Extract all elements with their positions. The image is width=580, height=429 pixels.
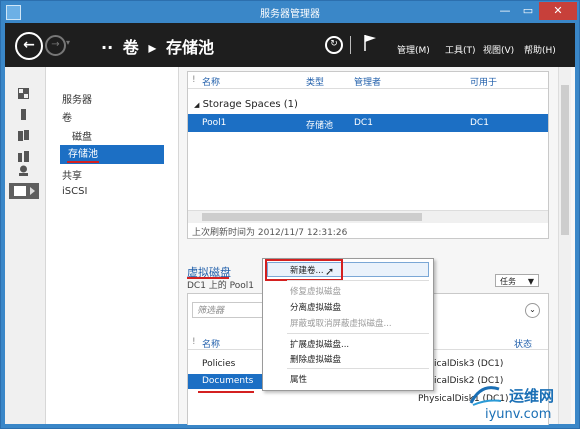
mouse-cursor-icon: ➚ [325, 265, 335, 278]
file-storage-services-icon[interactable] [9, 183, 39, 199]
left-icon-bar [5, 67, 46, 424]
tree-item-volumes[interactable]: 卷 [62, 109, 72, 124]
column-managed-by[interactable]: 管理者 [354, 75, 381, 88]
title-bar[interactable]: 服务器管理器 — ▭ ✕ [1, 1, 579, 23]
storage-pools-panel: ! 名称 类型 管理者 可用于 ◢ Storage Spaces (1) Poo… [187, 71, 549, 239]
tasks-dropdown[interactable]: 任务 ▼ [495, 274, 539, 287]
collapse-icon[interactable]: ◢ [194, 101, 199, 109]
scroll-thumb[interactable] [202, 213, 422, 221]
vertical-scrollbar[interactable] [558, 67, 571, 424]
server-manager-window: 服务器管理器 — ▭ ✕ ← → ▾ ·· 卷 ▸ 存储池 ↻ 管理(M) 工具… [0, 0, 580, 429]
pools-column-header: ! 名称 类型 管理者 可用于 [188, 72, 548, 89]
forward-arrow-icon[interactable]: → [45, 35, 66, 56]
watermark: 运维网 iyunv.com [461, 381, 579, 427]
navigation-bar: ← → ▾ ·· 卷 ▸ 存储池 ↻ 管理(M) 工具(T) 视图(V) 帮助(… [5, 23, 575, 67]
column-type[interactable]: 类型 [306, 75, 324, 88]
annotation-underline-documents [198, 391, 254, 393]
vertical-scroll-thumb[interactable] [561, 85, 569, 235]
breadcrumb-prefix: ·· [101, 38, 114, 57]
table-row-documents[interactable]: Documents [188, 374, 264, 389]
tree-item-servers[interactable]: 服务器 [62, 91, 92, 106]
tree-item-disks[interactable]: 磁盘 [72, 128, 92, 143]
refresh-icon[interactable]: ↻ [325, 36, 343, 54]
tree-item-iscsi[interactable]: iSCSI [62, 186, 87, 197]
virtual-disks-subtitle: DC1 上的 Pool1 [187, 281, 255, 291]
back-arrow-icon[interactable]: ← [15, 32, 43, 60]
dashboard-icon[interactable] [18, 88, 29, 99]
column-name[interactable]: 名称 [202, 75, 220, 88]
column-name-vd[interactable]: 名称 [202, 337, 220, 350]
menu-separator [287, 280, 429, 281]
breadcrumb-storage-pools[interactable]: 存储池 [166, 38, 214, 57]
menu-help[interactable]: 帮助(H) [524, 43, 556, 56]
expand-panel-icon[interactable]: ⌄ [525, 303, 540, 318]
local-server-icon[interactable] [18, 109, 29, 120]
dns-icon[interactable] [18, 165, 29, 176]
close-button[interactable]: ✕ [539, 2, 577, 20]
menu-item-delete-virtual-disk[interactable]: 删除虚拟磁盘 [290, 353, 341, 365]
tree-item-shares[interactable]: 共享 [62, 167, 82, 182]
annotation-underline-storage-pools [67, 161, 99, 163]
chevron-down-icon: ▼ [527, 277, 534, 286]
sort-indicator: ! [192, 75, 196, 85]
breadcrumb-separator: ▸ [148, 38, 157, 57]
all-servers-icon[interactable] [18, 130, 29, 141]
menu-separator-3 [287, 368, 429, 369]
table-row-pool1[interactable]: Pool1 存储池 DC1 DC1 [188, 114, 548, 132]
menu-item-extend-virtual-disk[interactable]: 扩展虚拟磁盘... [290, 338, 349, 350]
menu-item-properties[interactable]: 属性 [290, 373, 307, 385]
watermark-logo-icon [469, 386, 502, 406]
sort-indicator-2: ! [192, 337, 196, 347]
context-menu: 新建卷... ➚ 修复虚拟磁盘 分离虚拟磁盘 屏蔽或取消屏蔽虚拟磁盘... 扩展… [262, 258, 434, 391]
menu-item-mask-virtual-disk: 屏蔽或取消屏蔽虚拟磁盘... [290, 319, 392, 329]
column-available-to[interactable]: 可用于 [470, 75, 497, 88]
menu-tools[interactable]: 工具(T) [445, 43, 476, 56]
group-header[interactable]: ◢ Storage Spaces (1) [194, 99, 298, 110]
column-status[interactable]: 状态 [514, 337, 532, 350]
last-refresh-time: 上次刷新时间为 2012/11/7 12:31:26 [192, 228, 348, 238]
storage-nav-tree: 服务器 卷 磁盘 存储池 共享 iSCSI [46, 67, 179, 424]
maximize-button[interactable]: ▭ [517, 2, 539, 20]
horizontal-scrollbar[interactable] [188, 210, 548, 223]
watermark-url: iyunv.com [485, 407, 552, 422]
menu-manage[interactable]: 管理(M) [397, 43, 430, 56]
menu-item-new-volume[interactable]: 新建卷... [290, 264, 324, 276]
breadcrumb: ·· 卷 ▸ 存储池 [101, 34, 218, 58]
notifications-flag-icon[interactable] [363, 34, 377, 52]
watermark-text: 运维网 [509, 387, 555, 405]
minimize-button[interactable]: — [493, 2, 517, 20]
toolbar-divider [350, 36, 351, 54]
menu-separator-2 [287, 333, 429, 334]
breadcrumb-volumes[interactable]: 卷 [123, 38, 139, 57]
menu-item-repair-virtual-disk: 修复虚拟磁盘 [290, 287, 342, 297]
menu-view[interactable]: 视图(V) [483, 43, 514, 56]
history-dropdown-icon[interactable]: ▾ [66, 38, 70, 47]
menu-item-detach-virtual-disk[interactable]: 分离虚拟磁盘 [290, 301, 341, 313]
ad-ds-icon[interactable] [18, 151, 29, 162]
